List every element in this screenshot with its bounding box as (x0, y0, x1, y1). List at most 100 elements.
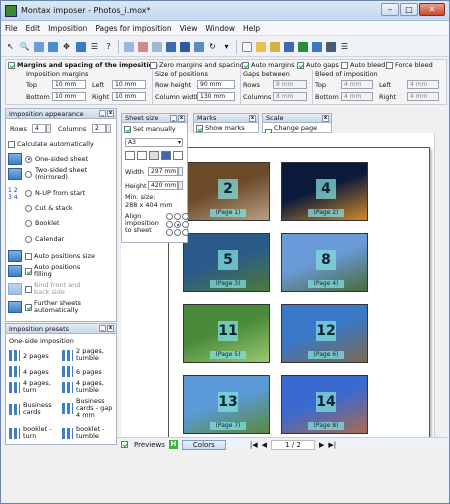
move-icon[interactable]: ✥ (60, 40, 73, 53)
fit-icon[interactable] (149, 151, 159, 160)
calculate-automatically-checkbox[interactable] (8, 140, 15, 148)
sheet-height-field[interactable]: 420 mm (148, 181, 178, 190)
first-page-icon[interactable]: |◀ (250, 441, 258, 449)
preset-item[interactable]: 4 pages (9, 366, 49, 377)
marks-close-icon[interactable]: x (249, 115, 256, 122)
menu-pages-for-imposition[interactable]: Pages for imposition (91, 24, 175, 33)
dropdown-icon[interactable]: ▾ (220, 40, 233, 53)
preset-item[interactable]: 6 pages (62, 366, 102, 377)
bottom-margin-field[interactable]: 10 mm (52, 92, 86, 101)
preset-item[interactable]: booklet - tumble (62, 426, 116, 440)
refresh-icon[interactable]: ↻ (206, 40, 219, 53)
close-button[interactable]: ✕ (419, 3, 445, 16)
preset-item[interactable]: 2 pages (9, 350, 49, 361)
columns-field[interactable]: 2 (92, 124, 106, 133)
imposition-sheet[interactable]: 2 (Page 1) 4 (Page 2) 5 (Page 3) 8 (Page 4) 11 (P… (168, 147, 430, 440)
force-bleed-checkbox[interactable] (386, 61, 393, 69)
preset-item[interactable]: Business cards (9, 402, 61, 416)
page-position[interactable]: 5 (Page 3) (183, 233, 270, 292)
color-mode-icon[interactable]: H (168, 440, 178, 449)
sheet-width-spinner[interactable] (178, 167, 183, 176)
open-icon[interactable] (268, 40, 281, 53)
list-icon[interactable]: ☰ (88, 40, 101, 53)
preset-item[interactable]: Business cards - gap 4 mm (62, 398, 116, 419)
colors-button[interactable]: Colors (181, 439, 226, 450)
page-position[interactable]: 11 (Page 5) (183, 304, 270, 363)
page-position[interactable]: 4 (Page 2) (281, 162, 368, 221)
bleed-left-field[interactable]: 4 mm (407, 80, 439, 89)
delete-page-icon[interactable] (136, 40, 149, 53)
next-page-icon[interactable]: ▶ (319, 441, 324, 449)
scale-close-icon[interactable]: x (322, 115, 329, 122)
gaps-columns-field[interactable]: 8 mm (273, 92, 307, 101)
margins-panel-checkbox[interactable] (8, 61, 15, 69)
prev-page-icon[interactable]: ◀ (262, 441, 267, 449)
bleed-top-field[interactable]: 4 mm (341, 80, 373, 89)
further-sheets-checkbox[interactable] (25, 303, 32, 311)
save-icon[interactable] (282, 40, 295, 53)
page-position[interactable]: 2 (Page 1) (183, 162, 270, 221)
grid-icon[interactable] (46, 40, 59, 53)
sheet-width-field[interactable]: 297 mm (148, 167, 178, 176)
sort-icon[interactable] (74, 40, 87, 53)
opt-bind[interactable]: Bind front and back side (8, 282, 114, 296)
rows-icon[interactable] (178, 40, 191, 53)
panel-close-icon[interactable]: x (107, 110, 114, 117)
mode-cut-stack[interactable]: Cut & stack (8, 202, 73, 214)
gaps-rows-field[interactable]: 8 mm (273, 80, 307, 89)
landscape-icon[interactable] (137, 151, 147, 160)
show-marks-checkbox[interactable] (196, 124, 203, 132)
preset-item[interactable]: 2 pages, tumble (62, 348, 116, 362)
mode-n-up[interactable]: 1 23 4 N-UP from start (8, 187, 85, 201)
bleed-bottom-field[interactable]: 4 mm (341, 92, 373, 101)
menu-view[interactable]: View (176, 24, 202, 33)
set-manually-checkbox[interactable] (124, 125, 131, 133)
two-sided-radio[interactable] (25, 170, 32, 178)
menu-imposition[interactable]: Imposition (44, 24, 91, 33)
sheet-size-minimize-icon[interactable]: _ (170, 115, 177, 122)
minimize-button[interactable]: – (381, 3, 399, 16)
arrange-icon[interactable] (192, 40, 205, 53)
delete-size-icon[interactable] (173, 151, 183, 160)
presets-minimize-icon[interactable]: _ (99, 325, 106, 332)
menu-file[interactable]: File (1, 24, 22, 33)
mode-one-sided[interactable]: One-sided sheet (8, 153, 88, 165)
one-sided-radio[interactable] (25, 155, 32, 163)
open-folder-icon[interactable] (254, 40, 267, 53)
preset-item[interactable]: booklet - turn (9, 426, 61, 440)
cut-stack-radio[interactable] (25, 204, 32, 212)
print-icon[interactable] (324, 40, 337, 53)
pointer-tool-icon[interactable]: ↖ (4, 40, 17, 53)
columns-spinner[interactable] (106, 124, 111, 133)
right-margin-field[interactable]: 10 mm (112, 92, 146, 101)
auto-gaps-checkbox[interactable] (297, 61, 304, 69)
mode-calendar[interactable]: Calendar (8, 233, 64, 245)
rows-spinner[interactable] (46, 124, 51, 133)
previews-checkbox[interactable] (121, 441, 128, 448)
insert-icon[interactable] (150, 40, 163, 53)
sheet-size-close-icon[interactable]: x (178, 115, 185, 122)
presets-close-icon[interactable]: x (107, 325, 114, 332)
calendar-radio[interactable] (25, 235, 32, 243)
auto-size-checkbox[interactable] (25, 252, 32, 260)
booklet-radio[interactable] (25, 219, 32, 227)
add-page-icon[interactable] (122, 40, 135, 53)
auto-bleed-checkbox[interactable] (341, 61, 348, 69)
export-icon[interactable] (310, 40, 323, 53)
help-icon[interactable]: ? (102, 40, 115, 53)
maximize-button[interactable]: □ (400, 3, 418, 16)
column-width-field[interactable]: 130 mm (197, 92, 235, 101)
page-position[interactable]: 8 (Page 4) (281, 233, 368, 292)
mode-booklet[interactable]: Booklet (8, 217, 60, 229)
vertical-scrollbar[interactable] (434, 133, 444, 437)
menu-help[interactable]: Help (239, 24, 264, 33)
preset-item[interactable]: 4 pages, tumble (62, 380, 116, 394)
bleed-right-field[interactable]: 4 mm (407, 92, 439, 101)
panel-minimize-icon[interactable]: _ (99, 110, 106, 117)
auto-margins-checkbox[interactable] (242, 61, 249, 69)
sheet-height-spinner[interactable] (178, 181, 183, 190)
new-file-icon[interactable] (240, 40, 253, 53)
row-height-field[interactable]: 90 mm (197, 80, 235, 89)
page-position[interactable]: 12 (Page 6) (281, 304, 368, 363)
save-size-icon[interactable] (161, 151, 171, 160)
